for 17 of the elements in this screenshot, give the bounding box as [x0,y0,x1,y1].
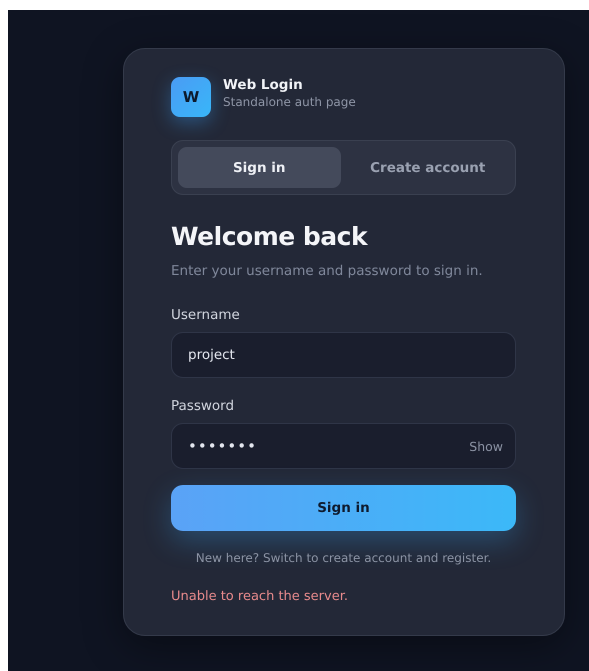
tab[interactable]: Sign in [178,147,340,188]
intro-text: Enter your username and password to sign in. [171,262,484,280]
app-subtitle: Standalone auth page [223,95,356,109]
username-value: project [188,347,236,363]
field-label: Username [171,306,241,324]
tab[interactable]: Create account [346,147,509,188]
masked-password-value: ••••••• [188,437,258,455]
register-hint: New here? Switch to create account and register. [194,551,492,565]
error-message: Unable to reach the server. [171,589,349,604]
field-label: Password [171,397,236,415]
username-field[interactable]: project [171,332,516,378]
logo-icon: W [171,77,211,117]
app-title: Web Login [223,77,304,93]
page-heading: Welcome back [171,221,369,253]
password-field[interactable]: ••••••• Show [171,423,516,469]
sign-in-button[interactable]: Sign in [171,485,516,531]
show-password-button[interactable]: Show [469,438,503,454]
